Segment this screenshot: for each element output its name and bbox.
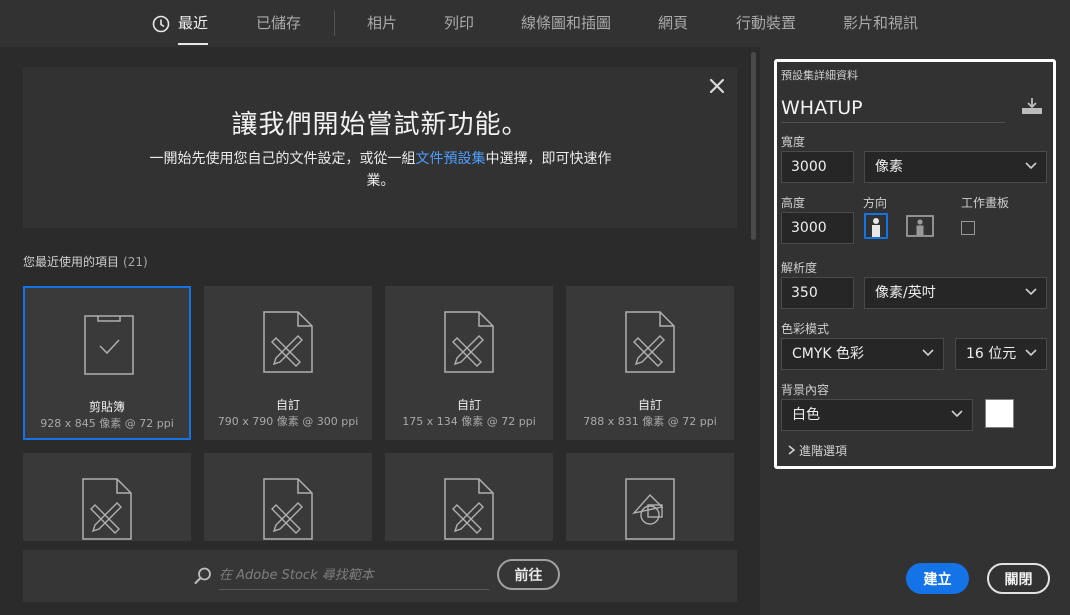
- tab-label: 線條圖和插圖: [521, 14, 612, 32]
- recent-item-name: 自訂: [456, 398, 481, 412]
- orientation-label: 方向: [863, 196, 888, 210]
- width-label: 寬度: [781, 135, 806, 149]
- background-value: 白色: [792, 407, 820, 423]
- artboard-label: 工作畫板: [961, 196, 1010, 210]
- recent-item-card[interactable]: 剪貼簿 928 x 845 像素 @ 72 ppi: [23, 286, 191, 440]
- tab-recent[interactable]: 最近: [152, 0, 209, 47]
- tab-label: 行動裝置: [736, 14, 797, 32]
- recent-item-card[interactable]: [566, 453, 734, 541]
- recent-heading: 您最近使用的項目 (21): [23, 253, 148, 270]
- tab-web[interactable]: 網頁: [632, 0, 688, 47]
- width-unit-value: 像素: [875, 159, 903, 175]
- recent-item-card[interactable]: [385, 453, 553, 541]
- welcome-banner: 讓我們開始嘗試新功能。 一開始先使用您自己的文件設定，或從一組文件預設集中選擇，…: [23, 67, 737, 228]
- document-presets-link[interactable]: 文件預設集: [416, 151, 486, 167]
- recent-count: (21): [123, 255, 148, 269]
- chevron-down-icon: [922, 349, 934, 357]
- height-label: 高度: [781, 196, 806, 210]
- close-icon[interactable]: [709, 78, 725, 94]
- stock-search-input[interactable]: [219, 562, 489, 590]
- background-color-swatch[interactable]: [985, 399, 1014, 428]
- tab-saved[interactable]: 已儲存: [230, 0, 301, 47]
- stock-search-bar: 前往: [23, 550, 737, 602]
- recent-item-name: 自訂: [275, 398, 300, 412]
- tab-mobile[interactable]: 行動裝置: [710, 0, 796, 47]
- preset-details-panel: 預設集詳細資料 WHATUP 寬度 3000 像素 高度 方向 工作畫板 300…: [760, 47, 1070, 615]
- chevron-down-icon: [1025, 349, 1037, 357]
- tab-label: 相片: [367, 14, 398, 32]
- custom-document-icon: [444, 311, 494, 373]
- background-select[interactable]: 白色: [781, 399, 973, 431]
- recent-item-name: 自訂: [637, 398, 662, 412]
- color-mode-value: CMYK 色彩: [792, 346, 865, 362]
- tab-label: 影片和視訊: [843, 14, 919, 32]
- background-label: 背景內容: [781, 383, 830, 397]
- save-preset-icon[interactable]: [1021, 97, 1043, 115]
- tab-film-video[interactable]: 影片和視訊: [817, 0, 918, 47]
- tab-label: 網頁: [658, 14, 689, 32]
- recent-heading-label: 您最近使用的項目: [23, 255, 120, 269]
- custom-document-icon: [263, 478, 313, 540]
- recent-scrollbar[interactable]: [751, 52, 756, 240]
- color-mode-select[interactable]: CMYK 色彩: [781, 338, 944, 370]
- resolution-input[interactable]: 350: [781, 277, 854, 309]
- welcome-description: 一開始先使用您自己的文件設定，或從一組文件預設集中選擇，即可快速作業。: [138, 148, 623, 192]
- custom-document-icon: [625, 311, 675, 373]
- clock-icon: [152, 15, 170, 33]
- clipboard-icon: [84, 315, 134, 375]
- portrait-orientation-icon[interactable]: [864, 213, 888, 239]
- tab-label: 已儲存: [256, 14, 302, 32]
- resolution-label: 解析度: [781, 261, 818, 275]
- height-input[interactable]: 3000: [781, 212, 854, 244]
- bit-depth-select[interactable]: 16 位元: [955, 338, 1047, 370]
- tab-print[interactable]: 列印: [418, 0, 474, 47]
- recent-item-card[interactable]: 自訂 790 x 790 像素 @ 300 ppi: [204, 286, 372, 440]
- recent-item-card[interactable]: [204, 453, 372, 541]
- width-unit-select[interactable]: 像素: [864, 151, 1047, 183]
- color-mode-label: 色彩模式: [781, 322, 830, 336]
- resolution-unit-select[interactable]: 像素/英吋: [864, 277, 1047, 309]
- chevron-down-icon: [1025, 162, 1037, 170]
- recent-item-meta: 175 x 134 像素 @ 72 ppi: [402, 415, 536, 428]
- recent-panel: 讓我們開始嘗試新功能。 一開始先使用您自己的文件設定，或從一組文件預設集中選擇，…: [0, 47, 760, 615]
- recent-item-meta: 928 x 845 像素 @ 72 ppi: [40, 417, 174, 430]
- advanced-options-label: 進階選項: [799, 444, 848, 458]
- preset-name-field[interactable]: WHATUP: [781, 93, 1005, 123]
- go-button[interactable]: 前往: [497, 559, 560, 590]
- preset-details-heading: 預設集詳細資料: [781, 69, 858, 82]
- advanced-options-toggle[interactable]: 進階選項: [787, 442, 847, 459]
- width-input[interactable]: 3000: [781, 151, 854, 183]
- tab-photo[interactable]: 相片: [341, 0, 397, 47]
- recent-item-meta: 790 x 790 像素 @ 300 ppi: [217, 415, 359, 428]
- custom-document-icon: [263, 311, 313, 373]
- preset-details-box: 預設集詳細資料 WHATUP 寬度 3000 像素 高度 方向 工作畫板 300…: [774, 59, 1056, 469]
- recent-item-meta: 788 x 831 像素 @ 72 ppi: [583, 415, 717, 428]
- chevron-down-icon: [1025, 288, 1037, 296]
- resolution-unit-value: 像素/英吋: [875, 285, 936, 301]
- shapes-document-icon: [625, 478, 675, 540]
- custom-document-icon: [444, 478, 494, 540]
- bit-depth-value: 16 位元: [966, 346, 1017, 362]
- welcome-title: 讓我們開始嘗試新功能。: [231, 110, 529, 140]
- tab-divider: [334, 11, 335, 36]
- create-button[interactable]: 建立: [906, 563, 969, 594]
- artboard-checkbox[interactable]: [961, 221, 975, 235]
- recent-item-card[interactable]: 自訂 788 x 831 像素 @ 72 ppi: [566, 286, 734, 440]
- chevron-right-icon: [788, 445, 796, 455]
- category-tab-bar: 最近 已儲存 相片 列印 線條圖和插圖 網頁 行動裝置 影片和視訊: [0, 0, 1070, 47]
- welcome-desc-before: 一開始先使用您自己的文件設定，或從一組: [149, 151, 416, 167]
- recent-item-card[interactable]: [23, 453, 191, 541]
- landscape-orientation-icon[interactable]: [906, 215, 934, 237]
- recent-item-name: 剪貼簿: [88, 400, 125, 414]
- search-icon: [194, 567, 211, 584]
- close-button[interactable]: 關閉: [987, 563, 1050, 594]
- recent-item-card[interactable]: 自訂 175 x 134 像素 @ 72 ppi: [385, 286, 553, 440]
- tab-art-illustration[interactable]: 線條圖和插圖: [495, 0, 611, 47]
- custom-document-icon: [82, 478, 132, 540]
- chevron-down-icon: [951, 410, 963, 418]
- recent-items-grid: 剪貼簿 928 x 845 像素 @ 72 ppi 自訂 790 x 790 像…: [23, 286, 737, 541]
- tab-label: 列印: [444, 14, 475, 32]
